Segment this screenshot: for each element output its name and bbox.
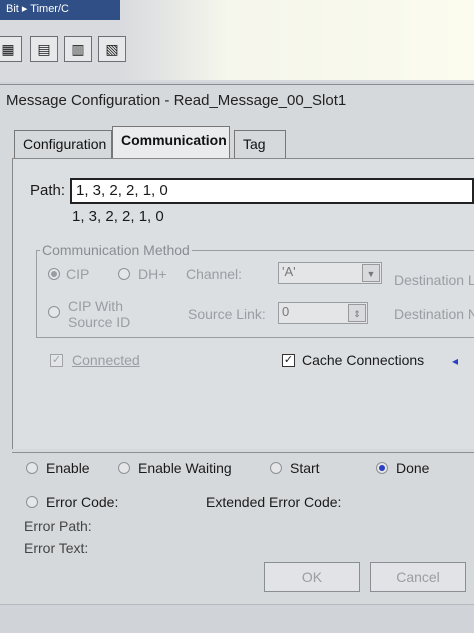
source-link-label: Source Link: [188, 306, 266, 322]
destination-link-label: Destination L [394, 272, 474, 288]
destination-node-label: Destination N [394, 306, 474, 322]
cip-with-source-id-radio[interactable] [48, 306, 60, 318]
connected-label: Connected [72, 352, 140, 368]
chevron-down-icon[interactable]: ▼ [362, 264, 380, 282]
app-toolbar-area: Bit ▸ Timer/C ▦ ▤ ▥ ▧ [0, 0, 474, 82]
tab-configuration[interactable]: Configuration [14, 130, 112, 158]
error-path-label: Error Path: [24, 518, 92, 534]
cache-connections-checkbox[interactable]: ✓ [282, 354, 295, 367]
enable-indicator [26, 462, 38, 474]
communication-method-legend: Communication Method [40, 242, 192, 258]
spinner-icon[interactable]: ⇕ [348, 304, 366, 322]
start-label: Start [290, 460, 320, 476]
ladder-icon[interactable]: ▦ [0, 36, 22, 62]
enable-waiting-label: Enable Waiting [138, 460, 232, 476]
cancel-button[interactable]: Cancel [370, 562, 466, 592]
screen-glare [120, 0, 474, 80]
status-separator [12, 452, 474, 453]
enable-label: Enable [46, 460, 90, 476]
cip-label: CIP [66, 266, 90, 282]
cache-connections-label: Cache Connections [302, 352, 425, 368]
dh-plus-radio[interactable] [118, 268, 130, 280]
dialog-bottom-edge [0, 604, 474, 633]
path-resolved-text: 1, 3, 2, 2, 1, 0 [72, 208, 164, 225]
path-input[interactable]: 1, 3, 2, 2, 1, 0 [70, 178, 474, 204]
source-link-value: 0 [282, 304, 290, 319]
arrow-left-icon: ◂ [452, 354, 459, 368]
done-label: Done [396, 460, 430, 476]
app-tab[interactable]: Bit ▸ Timer/C [0, 0, 120, 20]
path-label: Path: [30, 182, 66, 199]
done-indicator [376, 462, 388, 474]
channel-label: Channel: [186, 266, 243, 282]
tab-tag[interactable]: Tag [234, 130, 286, 158]
cip-with-source-id-label: CIP With Source ID [68, 298, 131, 330]
channel-value: 'A' [282, 264, 296, 279]
ok-button[interactable]: OK [264, 562, 360, 592]
tab-communication[interactable]: Communication [112, 126, 230, 158]
error-code-indicator [26, 496, 38, 508]
extended-error-code-label: Extended Error Code: [206, 494, 342, 510]
rung-icon[interactable]: ▤ [30, 36, 58, 62]
dh-plus-label: DH+ [138, 266, 167, 282]
dialog-title: Message Configuration - Read_Message_00_… [6, 92, 347, 109]
channel-dropdown[interactable]: 'A' ▼ [278, 262, 382, 284]
error-code-label: Error Code: [46, 494, 119, 510]
error-text-label: Error Text: [24, 540, 89, 556]
enable-waiting-indicator [118, 462, 130, 474]
branch-icon[interactable]: ▥ [64, 36, 92, 62]
cip-radio[interactable] [48, 268, 60, 280]
start-indicator [270, 462, 282, 474]
connected-checkbox[interactable]: ✓ [50, 354, 63, 367]
source-link-spinner[interactable]: 0 ⇕ [278, 302, 368, 324]
